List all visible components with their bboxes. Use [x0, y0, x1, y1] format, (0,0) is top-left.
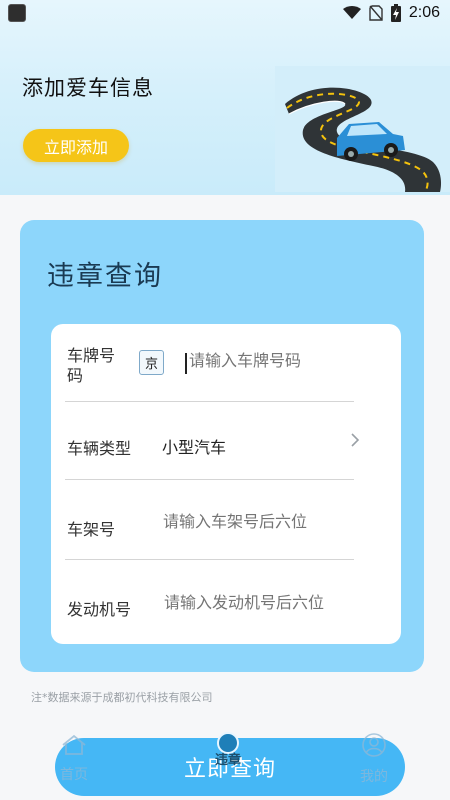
tab-mine[interactable]: 我的	[360, 732, 388, 786]
engine-number-row: 发动机号	[65, 562, 354, 640]
violation-query-card: 违章查询 车牌号码 京 车辆类型 小型汽车 车架号 发动机号	[20, 220, 424, 672]
add-car-button[interactable]: 立即添加	[23, 129, 129, 162]
plate-number-label: 车牌号码	[67, 346, 116, 385]
wifi-icon	[342, 6, 361, 20]
app-icon	[8, 4, 26, 22]
tab-home-label: 首页	[60, 767, 88, 783]
chevron-right-icon	[350, 432, 360, 452]
battery-charging-icon	[390, 4, 401, 22]
status-time: 2:06	[408, 4, 440, 21]
vehicle-type-row[interactable]: 车辆类型 小型汽车	[65, 402, 360, 480]
tab-violation[interactable]: 违章	[214, 732, 242, 768]
engine-number-label: 发动机号	[67, 600, 132, 619]
frame-number-row: 车架号	[65, 482, 354, 560]
engine-number-input[interactable]	[164, 593, 352, 612]
profile-icon	[361, 732, 387, 762]
tab-home[interactable]: 首页	[60, 734, 88, 784]
text-cursor	[185, 353, 187, 374]
header-banner: 添加爱车信息 立即添加	[0, 0, 450, 195]
home-icon	[61, 734, 87, 760]
card-title: 违章查询	[47, 261, 163, 292]
query-form: 车牌号码 京 车辆类型 小型汽车 车架号 发动机号	[51, 324, 401, 644]
status-bar: 2:06	[0, 0, 450, 26]
data-source-note: 注*数据来源于成都初代科技有限公司	[31, 691, 213, 704]
province-selector[interactable]: 京	[139, 350, 164, 375]
header-title: 添加爱车信息	[22, 76, 154, 100]
plate-number-row: 车牌号码 京	[65, 324, 354, 402]
frame-number-label: 车架号	[67, 520, 116, 539]
frame-number-input[interactable]	[163, 512, 343, 531]
road-car-illustration	[275, 66, 450, 192]
plate-number-input[interactable]	[189, 351, 349, 370]
no-sim-icon	[369, 5, 383, 21]
vehicle-type-label: 车辆类型	[67, 439, 132, 458]
tab-mine-label: 我的	[360, 769, 388, 785]
vehicle-type-value: 小型汽车	[162, 438, 227, 457]
tab-violation-label: 违章	[214, 753, 241, 768]
violation-icon	[217, 732, 239, 754]
